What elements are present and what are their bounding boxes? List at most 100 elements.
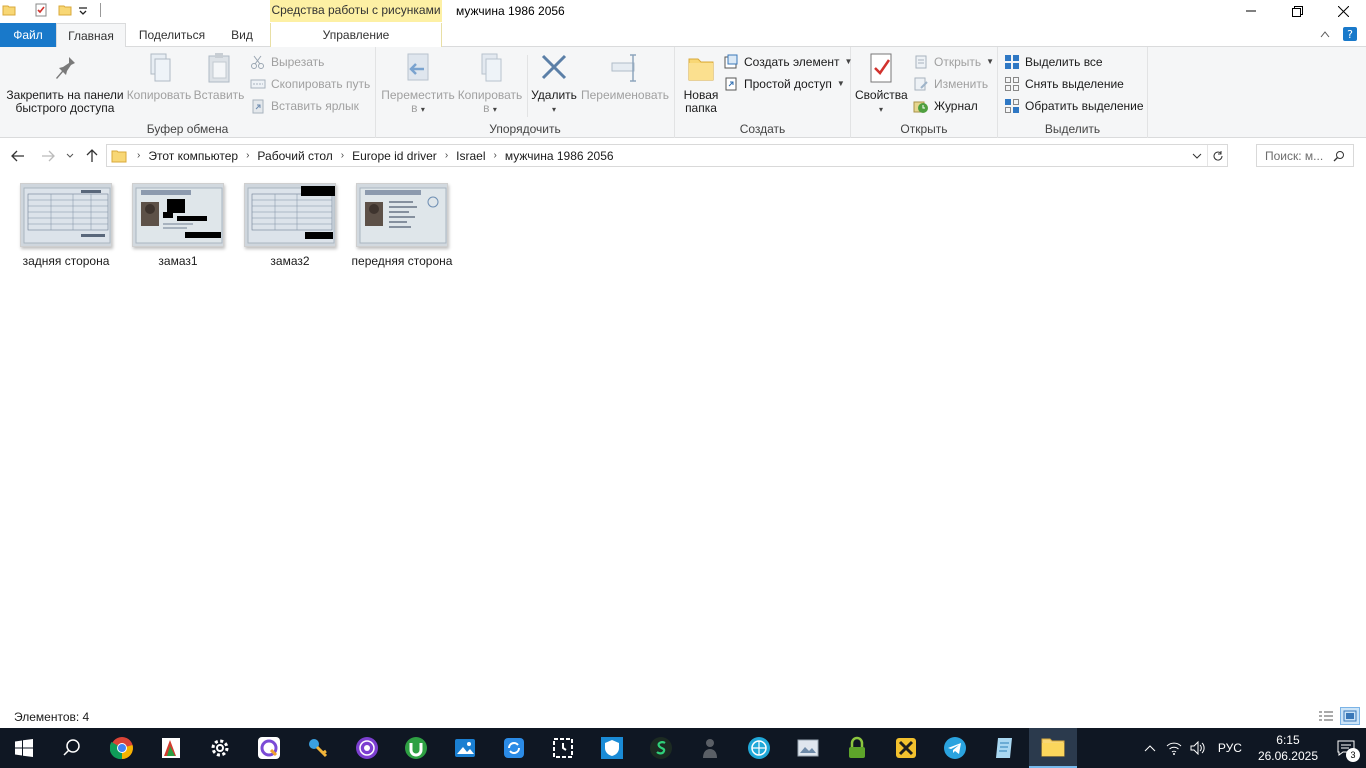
- volume-button[interactable]: [1186, 728, 1210, 768]
- collapse-ribbon-icon[interactable]: [1320, 30, 1330, 38]
- tab-view[interactable]: Вид: [222, 23, 262, 47]
- file-item[interactable]: замаз2: [234, 183, 346, 269]
- recent-locations-button[interactable]: [62, 147, 78, 165]
- search-button[interactable]: [48, 728, 96, 768]
- tab-share[interactable]: Поделиться: [130, 23, 214, 47]
- file-item[interactable]: задняя сторона: [10, 183, 122, 269]
- browser-taskbar-icon[interactable]: [343, 728, 391, 768]
- vpn-taskbar-icon[interactable]: [588, 728, 636, 768]
- properties-button[interactable]: Свойства ▾: [855, 51, 908, 116]
- globe-taskbar-icon[interactable]: [735, 728, 783, 768]
- copy-to-button[interactable]: Копировать в ▾: [454, 51, 526, 116]
- breadcrumb-desktop[interactable]: Рабочий стол: [253, 149, 336, 163]
- snipping-taskbar-icon[interactable]: [539, 728, 587, 768]
- breadcrumb-separator-icon[interactable]: ›: [490, 150, 501, 161]
- breadcrumb-europe-id-driver[interactable]: Europe id driver: [348, 149, 441, 163]
- lock-taskbar-icon[interactable]: [833, 728, 881, 768]
- user-taskbar-icon[interactable]: [686, 728, 734, 768]
- money-taskbar-icon[interactable]: [882, 728, 930, 768]
- folder-icon[interactable]: [2, 3, 16, 17]
- keys-taskbar-icon[interactable]: [294, 728, 342, 768]
- start-button[interactable]: [0, 728, 48, 768]
- file-name: задняя сторона: [22, 254, 110, 268]
- breadcrumb-israel[interactable]: Israel: [452, 149, 489, 163]
- notepad-taskbar-icon[interactable]: [980, 728, 1028, 768]
- breadcrumb-separator-icon[interactable]: ›: [133, 150, 144, 161]
- chrome-taskbar-icon[interactable]: [98, 728, 146, 768]
- photos-taskbar-icon[interactable]: [441, 728, 489, 768]
- breadcrumb-separator-icon[interactable]: ›: [441, 150, 452, 161]
- file-item[interactable]: замаз1: [122, 183, 234, 269]
- file-thumbnail: [244, 183, 336, 247]
- close-icon: [1337, 5, 1349, 17]
- copy-path-button[interactable]: Скопировать путь: [250, 74, 370, 94]
- input-language-button[interactable]: РУС: [1210, 741, 1250, 755]
- pin-label-line2: быстрого доступа: [15, 101, 115, 115]
- new-folder-button[interactable]: Новая папка: [679, 51, 723, 115]
- file-item[interactable]: передняя сторона: [346, 183, 458, 269]
- breadcrumb-this-pc[interactable]: Этот компьютер: [144, 149, 242, 163]
- details-view-button[interactable]: [1316, 707, 1336, 725]
- breadcrumb-separator-icon[interactable]: ›: [242, 150, 253, 161]
- action-center-button[interactable]: 3: [1326, 728, 1366, 768]
- forward-button[interactable]: [38, 147, 58, 165]
- paste-button[interactable]: Вставить: [192, 51, 246, 102]
- tab-file[interactable]: Файл: [0, 23, 56, 47]
- back-button[interactable]: [8, 147, 28, 165]
- breadcrumb-current-folder[interactable]: мужчина 1986 2056: [501, 149, 618, 163]
- address-bar[interactable]: › Этот компьютер › Рабочий стол › Europe…: [106, 144, 1228, 167]
- network-button[interactable]: [1162, 728, 1186, 768]
- tab-home[interactable]: Главная: [56, 23, 126, 48]
- select-all-button[interactable]: Выделить все: [1004, 52, 1103, 72]
- copy-button[interactable]: Копировать: [126, 51, 192, 102]
- sync-taskbar-icon[interactable]: [490, 728, 538, 768]
- delete-button[interactable]: Удалить ▾: [530, 51, 578, 116]
- edit-icon: [914, 77, 928, 91]
- image-viewer-taskbar-icon[interactable]: [784, 728, 832, 768]
- rename-button[interactable]: Переименовать: [578, 51, 672, 102]
- clock-time: 6:15: [1276, 733, 1300, 747]
- new-folder-icon[interactable]: [58, 3, 72, 17]
- new-item-button[interactable]: Создать элемент ▼: [723, 52, 852, 72]
- maximize-button[interactable]: [1274, 0, 1320, 22]
- tab-manage[interactable]: Управление: [270, 23, 442, 47]
- history-button[interactable]: Журнал: [913, 96, 978, 116]
- pin-quick-access-button[interactable]: Закрепить на панели быстрого доступа: [4, 51, 126, 115]
- search-input[interactable]: Поиск: м...: [1256, 144, 1354, 167]
- edit-button[interactable]: Изменить: [913, 74, 988, 94]
- settings-taskbar-icon[interactable]: [196, 728, 244, 768]
- invert-selection-label: Обратить выделение: [1025, 99, 1144, 113]
- breadcrumb-separator-icon[interactable]: ›: [337, 150, 348, 161]
- new-folder-icon: [688, 58, 714, 81]
- pdf-app-taskbar-icon[interactable]: [147, 728, 195, 768]
- cut-button[interactable]: Вырезать: [250, 52, 324, 72]
- utorrent-taskbar-icon[interactable]: [392, 728, 440, 768]
- large-icons-view-button[interactable]: [1340, 707, 1360, 725]
- svg-text:?: ?: [1347, 28, 1353, 41]
- minimize-button[interactable]: [1228, 0, 1274, 22]
- app-taskbar-icon[interactable]: [245, 728, 293, 768]
- chevron-down-icon[interactable]: [76, 3, 90, 17]
- help-icon[interactable]: ?: [1342, 26, 1358, 42]
- move-to-button[interactable]: Переместить в ▾: [380, 51, 456, 116]
- clock[interactable]: 6:15 26.06.2025: [1250, 732, 1326, 764]
- search-icon: [63, 739, 80, 756]
- close-button[interactable]: [1320, 0, 1366, 22]
- up-button[interactable]: [82, 147, 102, 165]
- refresh-button[interactable]: [1207, 145, 1227, 166]
- select-none-button[interactable]: Снять выделение: [1004, 74, 1124, 94]
- easy-access-button[interactable]: Простой доступ ▼: [723, 74, 845, 94]
- telegram-taskbar-icon[interactable]: [931, 728, 979, 768]
- properties-check-icon[interactable]: [34, 3, 48, 17]
- navigation-bar: › Этот компьютер › Рабочий стол › Europe…: [0, 139, 1366, 173]
- title-bar: Средства работы с рисунками мужчина 1986…: [0, 0, 1366, 24]
- app-s-taskbar-icon[interactable]: [637, 728, 685, 768]
- invert-selection-button[interactable]: Обратить выделение: [1004, 96, 1144, 116]
- show-hidden-icons-button[interactable]: [1138, 728, 1162, 768]
- open-button[interactable]: Открыть ▼: [913, 52, 994, 72]
- address-history-button[interactable]: [1187, 145, 1207, 166]
- copy-path-label: Скопировать путь: [271, 77, 371, 91]
- file-explorer-taskbar-icon[interactable]: [1029, 728, 1077, 768]
- paste-shortcut-button[interactable]: Вставить ярлык: [250, 96, 359, 116]
- divider: [527, 55, 528, 117]
